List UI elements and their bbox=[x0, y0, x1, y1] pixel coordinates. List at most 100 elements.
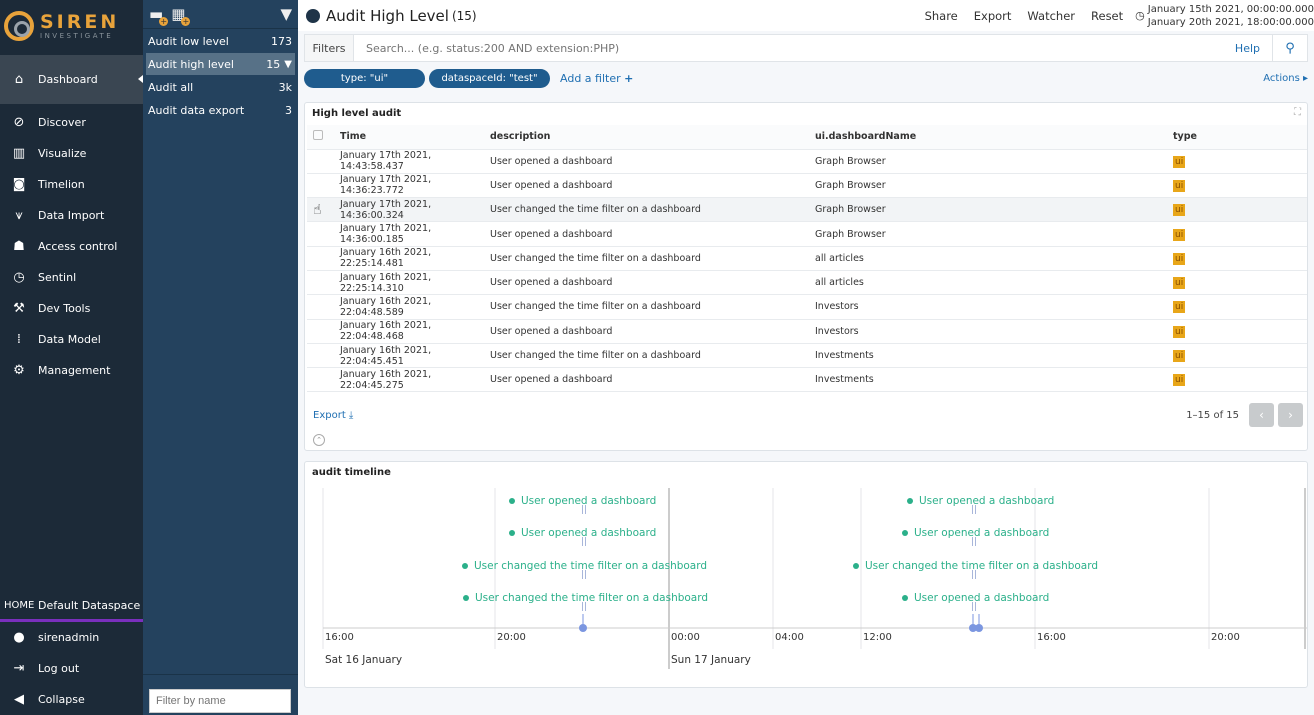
type-badge: ui bbox=[1173, 155, 1186, 168]
row-select-cell[interactable] bbox=[307, 270, 340, 296]
axis-tick-label: 00:00 bbox=[671, 632, 700, 643]
expand-icon[interactable]: ⛶ bbox=[1294, 107, 1301, 118]
dashboard-item-count: 3 bbox=[285, 103, 292, 117]
row-select-cell[interactable] bbox=[307, 294, 340, 320]
event-marker bbox=[975, 624, 983, 632]
timeline-event[interactable]: User changed the time filter on a dashbo… bbox=[462, 560, 707, 572]
cell-type: ui bbox=[1173, 319, 1307, 344]
row-select-cell[interactable] bbox=[307, 246, 340, 271]
new-dashboard-group-button[interactable]: ▬ + bbox=[149, 5, 169, 26]
timeline-event[interactable]: User opened a dashboard bbox=[509, 495, 656, 507]
nav-item-dev-tools[interactable]: ⚒ Dev Tools bbox=[0, 293, 143, 324]
table-row[interactable]: January 17th 2021, 14:43:58.437 User open… bbox=[307, 149, 1307, 174]
logout-button[interactable]: ⇥ Log out bbox=[0, 653, 143, 684]
filter-pill-dataspace[interactable]: dataspaceId: "test" bbox=[429, 68, 550, 88]
type-badge: ui bbox=[1173, 204, 1186, 217]
help-link[interactable]: Help bbox=[1223, 42, 1272, 55]
table-row[interactable]: January 16th 2021, 22:04:45.275 User open… bbox=[307, 367, 1307, 393]
dashboard-item-audit-data-export[interactable]: Audit data export 3 bbox=[146, 99, 295, 121]
nav-item-data-import[interactable]: ⩛ Data Import bbox=[0, 200, 143, 231]
home-label: HOME bbox=[4, 600, 35, 611]
timelion-icon: ◙ bbox=[12, 177, 26, 192]
dashboard-item-audit-all[interactable]: Audit all 3k bbox=[146, 76, 295, 98]
search-icon: ⚲ bbox=[1285, 40, 1295, 56]
collapse-label: Collapse bbox=[38, 693, 85, 706]
timeline-event[interactable]: User changed the time filter on a dashbo… bbox=[853, 560, 1098, 572]
high-level-audit-panel: High level audit ⛶ Time description ui.d… bbox=[304, 102, 1308, 451]
row-select-cell[interactable] bbox=[307, 173, 340, 199]
timeline-event[interactable]: User opened a dashboard bbox=[902, 592, 1049, 604]
nav-item-management[interactable]: ⚙ Management bbox=[0, 355, 143, 386]
time-picker[interactable]: ◷ January 15th 2021, 00:00:00.000 Januar… bbox=[1135, 3, 1314, 29]
filters-toggle[interactable]: Filters bbox=[305, 35, 354, 61]
main-nav: SIREN INVESTIGATE ⌂ Dashboard ⊘ Discover… bbox=[0, 0, 143, 715]
dashboard-filter-input[interactable] bbox=[149, 689, 291, 713]
nav-item-discover[interactable]: ⊘ Discover bbox=[0, 107, 143, 138]
timeline-chart[interactable]: || || || || || || || || User opened a dashboard… bbox=[305, 484, 1307, 684]
row-select-cell[interactable] bbox=[307, 343, 340, 369]
user-menu[interactable]: ● sirenadmin bbox=[0, 622, 143, 653]
timeline-event[interactable]: User opened a dashboard bbox=[902, 527, 1049, 539]
timeline-event[interactable]: User opened a dashboard bbox=[509, 527, 656, 539]
share-button[interactable]: Share bbox=[925, 9, 958, 23]
next-page-button[interactable]: › bbox=[1278, 403, 1303, 427]
dataspace-selector[interactable]: HOME Default Dataspace bbox=[0, 592, 143, 622]
row-select-cell[interactable]: ☝ bbox=[307, 197, 340, 223]
dashboard-item-audit-low-level[interactable]: Audit low level 173 bbox=[146, 30, 295, 52]
column-header-dashboard-name[interactable]: ui.dashboardName bbox=[815, 125, 1173, 150]
export-button[interactable]: Export bbox=[974, 9, 1012, 23]
dashboard-item-audit-high-level[interactable]: Audit high level 15 ▼ bbox=[146, 53, 295, 75]
table-row[interactable]: January 17th 2021, 14:36:00.185 User open… bbox=[307, 221, 1307, 247]
row-select-cell[interactable] bbox=[307, 221, 340, 247]
nav-item-dashboard[interactable]: ⌂ Dashboard bbox=[0, 55, 143, 104]
table-row[interactable]: January 16th 2021, 22:25:14.310 User open… bbox=[307, 270, 1307, 296]
table-row[interactable]: January 16th 2021, 22:04:45.451 User chan… bbox=[307, 343, 1307, 369]
row-select-cell[interactable] bbox=[307, 367, 340, 393]
filter-pill-type[interactable]: type: "ui" bbox=[304, 68, 425, 88]
search-button[interactable]: ⚲ bbox=[1272, 35, 1307, 61]
timeline-event[interactable]: User changed the time filter on a dashbo… bbox=[463, 592, 708, 604]
nav-item-sentinl[interactable]: ◷ Sentinl bbox=[0, 262, 143, 293]
nav-item-visualize[interactable]: ▥ Visualize bbox=[0, 138, 143, 169]
download-icon: ⤓ bbox=[348, 409, 354, 421]
event-bullet-icon bbox=[853, 563, 859, 569]
nav-item-timelion[interactable]: ◙ Timelion bbox=[0, 169, 143, 200]
table-row[interactable]: January 16th 2021, 22:25:14.481 User chan… bbox=[307, 246, 1307, 271]
add-filter-button[interactable]: Add a filter + bbox=[560, 72, 633, 85]
row-select-cell[interactable] bbox=[307, 149, 340, 174]
collapse-panel-icon[interactable]: ⌃ bbox=[313, 434, 325, 446]
timeline-event[interactable]: User opened a dashboard bbox=[907, 495, 1054, 507]
reset-button[interactable]: Reset bbox=[1091, 9, 1123, 23]
actions-button[interactable]: Actions ▸ bbox=[1263, 73, 1308, 84]
dashboard-item-count: 173 bbox=[271, 34, 292, 48]
event-bullet-icon bbox=[462, 563, 468, 569]
cell-time: January 16th 2021, 22:04:48.468 bbox=[340, 319, 490, 344]
alarm-icon: ◷ bbox=[13, 270, 25, 285]
new-dashboard-button[interactable]: ▦ + bbox=[171, 5, 191, 26]
select-all-checkbox[interactable] bbox=[313, 130, 323, 141]
export-link[interactable]: Export ⤓ bbox=[313, 410, 353, 421]
row-select-cell[interactable] bbox=[307, 319, 340, 344]
watcher-button[interactable]: Watcher bbox=[1027, 9, 1075, 23]
dashboard-item-count: 15 bbox=[266, 57, 281, 71]
table-row[interactable]: ☝ January 17th 2021, 14:36:00.324 User cha… bbox=[307, 197, 1307, 223]
cell-dashboard-name: Investors bbox=[815, 319, 1173, 344]
logo-title: SIREN bbox=[40, 10, 120, 33]
nav-item-label: Dev Tools bbox=[38, 302, 91, 315]
event-label: User opened a dashboard bbox=[919, 495, 1055, 507]
collapse-button[interactable]: ◀ Collapse bbox=[0, 684, 143, 715]
nav-item-access-control[interactable]: ☗ Access control bbox=[0, 231, 143, 262]
nav-item-data-model[interactable]: ⁞ Data Model bbox=[0, 324, 143, 355]
search-input[interactable] bbox=[354, 41, 1223, 55]
table-row[interactable]: January 16th 2021, 22:04:48.468 User open… bbox=[307, 319, 1307, 344]
collapse-icon: ◀ bbox=[14, 692, 24, 707]
prev-page-button[interactable]: ‹ bbox=[1249, 403, 1274, 427]
clear-filters-button[interactable]: ▼ bbox=[280, 5, 292, 23]
siren-logo[interactable]: SIREN INVESTIGATE bbox=[0, 0, 143, 52]
table-row[interactable]: January 16th 2021, 22:04:48.589 User chan… bbox=[307, 294, 1307, 320]
column-header-description[interactable]: description bbox=[490, 125, 815, 150]
column-header-time[interactable]: Time bbox=[340, 125, 490, 150]
column-header-type[interactable]: type bbox=[1173, 125, 1307, 150]
table-row[interactable]: January 17th 2021, 14:36:23.772 User open… bbox=[307, 173, 1307, 199]
type-badge: ui bbox=[1173, 350, 1186, 363]
